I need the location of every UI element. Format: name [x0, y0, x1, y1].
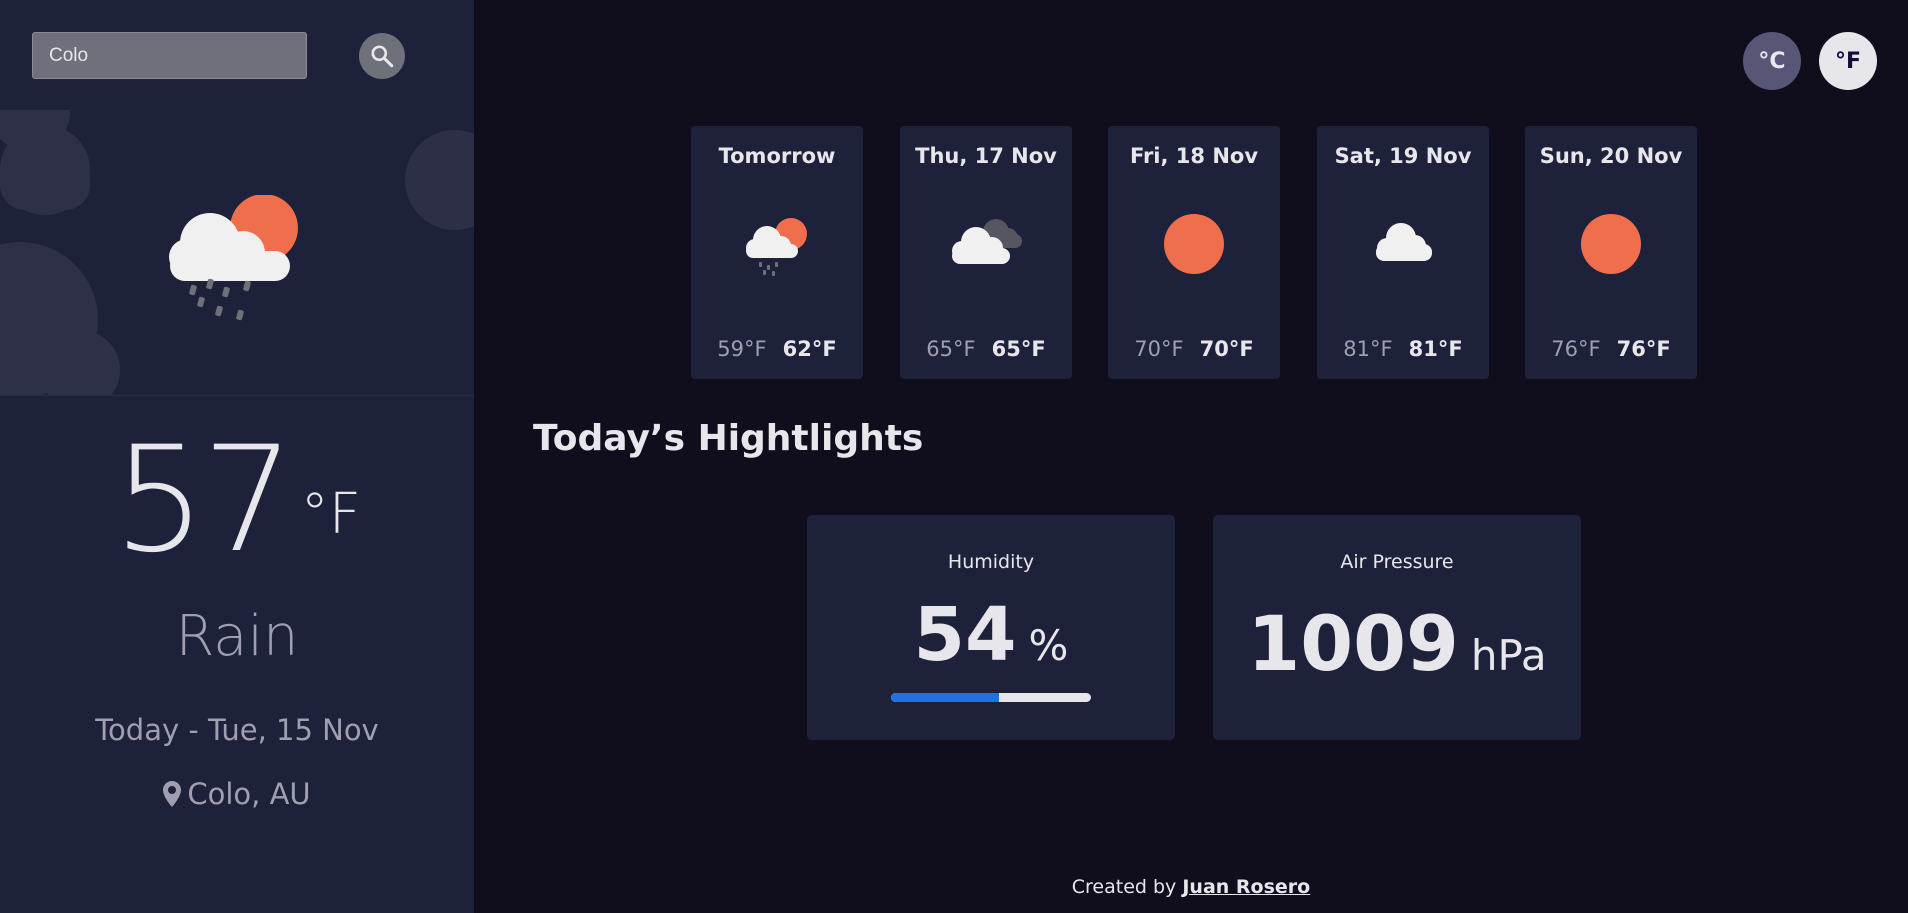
- author-link[interactable]: Juan Rosero: [1182, 876, 1310, 898]
- air-pressure-label: Air Pressure: [1340, 551, 1454, 573]
- forecast-max: 70°F: [1199, 337, 1254, 361]
- forecast-min: 76°F: [1551, 337, 1601, 361]
- weather-condition: Rain: [175, 604, 299, 669]
- map-pin-icon: [163, 781, 182, 807]
- clear-sun-icon: [1581, 214, 1641, 274]
- air-pressure-unit: hPa: [1470, 631, 1547, 680]
- forecast-max: 76°F: [1616, 337, 1671, 361]
- broken-clouds-icon: [952, 219, 1022, 264]
- forecast-card: Thu, 17 Nov 65°F 65°F: [900, 126, 1072, 379]
- forecast-temps: 59°F 62°F: [691, 337, 863, 361]
- humidity-bar-fill: [891, 693, 999, 702]
- humidity-card: Humidity 54 %: [807, 515, 1175, 740]
- forecast-card: Sat, 19 Nov 81°F 81°F: [1317, 126, 1489, 379]
- forecast-card: Tomorrow 59°F 62°F: [691, 126, 863, 379]
- highlights-title: Today’s Hightlights: [533, 418, 924, 459]
- forecast-day: Sat, 19 Nov: [1334, 144, 1472, 168]
- clear-sun-icon: [1164, 214, 1224, 274]
- sidebar-divider: [0, 395, 474, 396]
- forecast-max: 62°F: [782, 337, 837, 361]
- light-rain-icon: [746, 218, 807, 276]
- forecast-temps: 65°F 65°F: [900, 337, 1072, 361]
- current-temperature: 57 °F: [0, 420, 474, 580]
- temperature-unit: °F: [300, 482, 361, 547]
- cloud-icon: [1376, 223, 1432, 261]
- air-pressure-value: 1009: [1247, 599, 1459, 688]
- rain-cloud-sun-icon: [169, 195, 298, 321]
- forecast-max: 65°F: [991, 337, 1046, 361]
- forecast-max: 81°F: [1408, 337, 1463, 361]
- search-input[interactable]: [32, 32, 307, 79]
- footer: Created by Juan Rosero: [474, 876, 1908, 898]
- location-label: Colo, AU: [187, 777, 311, 811]
- humidity-unit: %: [1028, 621, 1069, 670]
- forecast-min: 59°F: [717, 337, 767, 361]
- humidity-reading: 54 %: [807, 592, 1175, 678]
- humidity-label: Humidity: [947, 551, 1035, 573]
- temperature-value: 57: [113, 415, 295, 585]
- search-button[interactable]: [359, 33, 405, 79]
- forecast-min: 81°F: [1343, 337, 1393, 361]
- current-location: Colo, AU: [0, 777, 474, 811]
- forecast-day: Fri, 18 Nov: [1129, 144, 1259, 168]
- forecast-day: Tomorrow: [718, 144, 836, 168]
- forecast-temps: 70°F 70°F: [1108, 337, 1280, 361]
- forecast-card: Fri, 18 Nov 70°F 70°F: [1108, 126, 1280, 379]
- forecast-day: Sun, 20 Nov: [1539, 144, 1683, 168]
- air-pressure-reading: 1009 hPa: [1213, 599, 1581, 688]
- forecast-day: Thu, 17 Nov: [915, 144, 1057, 168]
- current-date: Today - Tue, 15 Nov: [95, 713, 379, 747]
- search-icon: [371, 45, 394, 68]
- air-pressure-card: Air Pressure 1009 hPa: [1213, 515, 1581, 740]
- forecast-card: Sun, 20 Nov 76°F 76°F: [1525, 126, 1697, 379]
- celsius-button[interactable]: °C: [1743, 32, 1801, 90]
- forecast-min: 65°F: [926, 337, 976, 361]
- humidity-bar: [891, 693, 1091, 702]
- humidity-value: 54: [913, 592, 1017, 678]
- forecast-min: 70°F: [1134, 337, 1184, 361]
- fahrenheit-button[interactable]: °F: [1819, 32, 1877, 90]
- footer-prefix: Created by: [1071, 876, 1183, 898]
- forecast-temps: 76°F 76°F: [1525, 337, 1697, 361]
- sidebar: 57 °F Rain Today - Tue, 15 Nov Colo, AU: [0, 0, 474, 913]
- forecast-temps: 81°F 81°F: [1317, 337, 1489, 361]
